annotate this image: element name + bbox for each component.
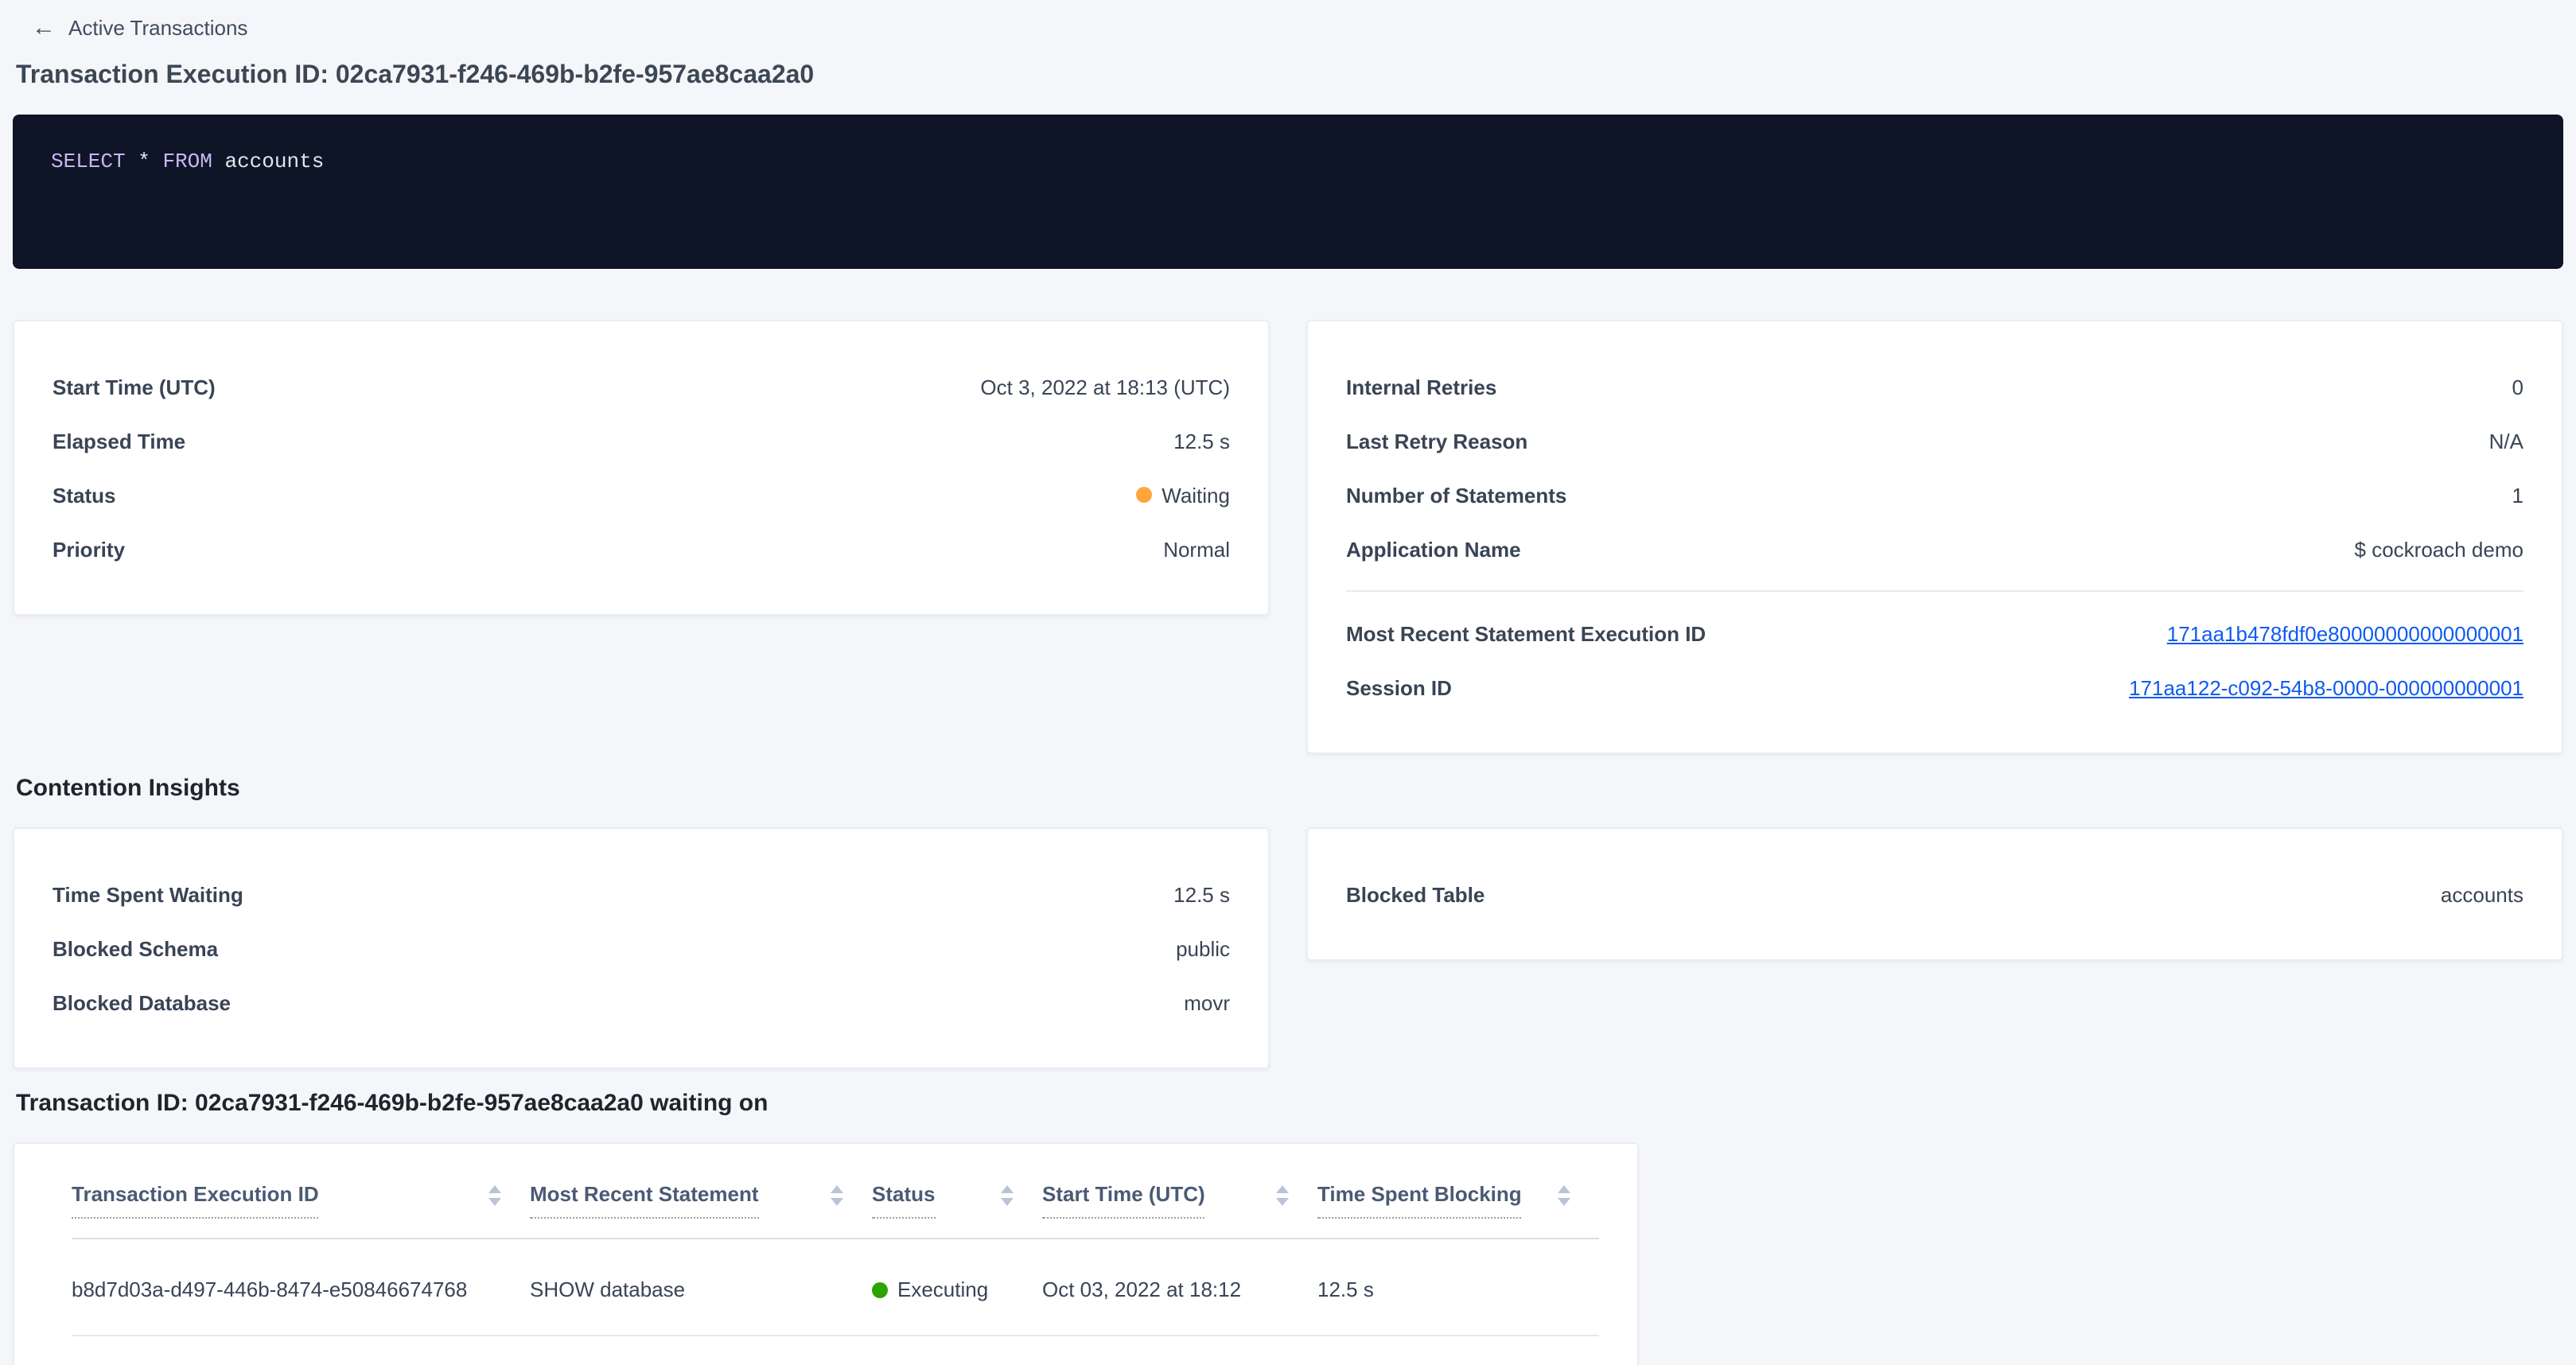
details-row-number-of-statements: Number of Statements 1 (1346, 468, 2523, 522)
back-link-active-transactions[interactable]: ← Active Transactions (32, 16, 247, 40)
cell-status: Executing (872, 1239, 1042, 1335)
row-label: Elapsed Time (53, 429, 185, 453)
sql-star: * (126, 150, 163, 173)
card-divider (1346, 590, 2523, 592)
session-id-link[interactable]: 171aa122-c092-54b8-0000-000000000001 (2129, 675, 2523, 699)
back-link-label: Active Transactions (68, 16, 247, 40)
cell-transaction-execution-id: b8d7d03a-d497-446b-8474-e50846674768 (72, 1239, 530, 1335)
details-row-internal-retries: Internal Retries 0 (1346, 360, 2523, 414)
transaction-details-page: ← Active Transactions Transaction Execut… (0, 0, 2576, 1365)
contention-row-blocked-table: Blocked Table accounts (1346, 867, 2523, 921)
details-row-statement-execution-id: Most Recent Statement Execution ID 171aa… (1346, 606, 2523, 660)
contention-blocked-table-card: Blocked Table accounts (1306, 827, 2563, 961)
sort-icon[interactable] (1001, 1185, 1014, 1206)
details-row-last-retry-reason: Last Retry Reason N/A (1346, 414, 2523, 468)
table-header-row: Transaction Execution ID Most Recent Sta… (72, 1144, 1599, 1239)
cell-start-time: Oct 03, 2022 at 18:12 (1042, 1239, 1317, 1335)
transaction-details-card: Internal Retries 0 Last Retry Reason N/A… (1306, 320, 2563, 754)
row-value: public (1176, 936, 1230, 960)
statement-execution-id-link[interactable]: 171aa1b478fdf0e80000000000000001 (2167, 621, 2523, 645)
row-label: Most Recent Statement Execution ID (1346, 621, 1706, 645)
back-arrow-icon: ← (32, 16, 56, 40)
row-label: Blocked Table (1346, 882, 1485, 906)
column-header-label: Most Recent Statement (530, 1182, 759, 1219)
back-row: ← Active Transactions (0, 0, 2576, 40)
transaction-summary-card: Start Time (UTC) Oct 3, 2022 at 18:13 (U… (13, 320, 1270, 616)
sql-table-name: accounts (212, 150, 324, 173)
contention-row-blocked-database: Blocked Database movr (53, 975, 1230, 1029)
contention-row-time-spent-waiting: Time Spent Waiting 12.5 s (53, 867, 1230, 921)
contention-waiting-card: Time Spent Waiting 12.5 s Blocked Schema… (13, 827, 1270, 1069)
row-label: Priority (53, 537, 125, 561)
row-value: 12.5 s (1173, 429, 1230, 453)
column-header-label: Transaction Execution ID (72, 1182, 319, 1219)
contention-insights-heading: Contention Insights (16, 775, 2576, 802)
row-label: Last Retry Reason (1346, 429, 1527, 453)
row-value: 0 (2512, 375, 2523, 399)
row-value: movr (1184, 990, 1230, 1014)
waiting-on-heading: Transaction ID: 02ca7931-f246-469b-b2fe-… (16, 1090, 2576, 1117)
sort-icon[interactable] (1558, 1185, 1570, 1206)
waiting-status-dot-icon (1136, 487, 1152, 503)
row-value: $ cockroach demo (2355, 537, 2523, 561)
row-label: Start Time (UTC) (53, 375, 216, 399)
column-header-time-spent-blocking[interactable]: Time Spent Blocking (1317, 1144, 1599, 1239)
summary-row-start-time: Start Time (UTC) Oct 3, 2022 at 18:13 (U… (53, 360, 1230, 414)
sql-statement-text: SELECT * FROM accounts (51, 150, 2525, 173)
row-label: Time Spent Waiting (53, 882, 243, 906)
waiting-on-table: Transaction Execution ID Most Recent Sta… (72, 1144, 1599, 1336)
column-header-label: Start Time (UTC) (1042, 1182, 1205, 1219)
contention-cards-row: Time Spent Waiting 12.5 s Blocked Schema… (13, 827, 2563, 1069)
page-title: Transaction Execution ID: 02ca7931-f246-… (16, 62, 2576, 91)
sort-icon[interactable] (1276, 1185, 1289, 1206)
summary-row-status: Status Waiting (53, 468, 1230, 522)
summary-row-priority: Priority Normal (53, 522, 1230, 576)
row-label: Number of Statements (1346, 483, 1566, 507)
details-row-session-id: Session ID 171aa122-c092-54b8-0000-00000… (1346, 660, 2523, 714)
row-value: Normal (1163, 537, 1230, 561)
row-label: Blocked Database (53, 990, 231, 1014)
column-header-label: Time Spent Blocking (1317, 1182, 1522, 1219)
details-row-application-name: Application Name $ cockroach demo (1346, 522, 2523, 576)
status-text: Waiting (1162, 483, 1230, 507)
sql-keyword-from: FROM (162, 150, 212, 173)
cell-most-recent-statement: SHOW database (530, 1239, 872, 1335)
row-label: Session ID (1346, 675, 1452, 699)
row-value: Oct 3, 2022 at 18:13 (UTC) (980, 375, 1230, 399)
sort-icon[interactable] (831, 1185, 843, 1206)
row-label: Status (53, 483, 115, 507)
column-header-transaction-execution-id[interactable]: Transaction Execution ID (72, 1144, 530, 1239)
summary-row-elapsed-time: Elapsed Time 12.5 s (53, 414, 1230, 468)
sort-icon[interactable] (488, 1185, 501, 1206)
column-header-label: Status (872, 1182, 935, 1219)
sql-statement-box: SELECT * FROM accounts (13, 115, 2563, 269)
sql-keyword-select: SELECT (51, 150, 126, 173)
column-header-start-time[interactable]: Start Time (UTC) (1042, 1144, 1317, 1239)
waiting-on-table-card: Transaction Execution ID Most Recent Sta… (13, 1142, 1639, 1365)
status-badge: Waiting (1136, 483, 1230, 507)
row-label: Application Name (1346, 537, 1521, 561)
row-value: 12.5 s (1173, 882, 1230, 906)
executing-status-dot-icon (872, 1281, 888, 1297)
status-badge: Executing (872, 1278, 988, 1301)
status-text: Executing (897, 1278, 988, 1301)
column-header-most-recent-statement[interactable]: Most Recent Statement (530, 1144, 872, 1239)
row-label: Internal Retries (1346, 375, 1496, 399)
column-header-status[interactable]: Status (872, 1144, 1042, 1239)
table-row: b8d7d03a-d497-446b-8474-e50846674768 SHO… (72, 1239, 1599, 1335)
row-value: N/A (2489, 429, 2523, 453)
row-value: 1 (2512, 483, 2523, 507)
row-label: Blocked Schema (53, 936, 218, 960)
contention-row-blocked-schema: Blocked Schema public (53, 921, 1230, 975)
row-value: accounts (2441, 882, 2523, 906)
cell-time-spent-blocking: 12.5 s (1317, 1239, 1599, 1335)
summary-cards-row: Start Time (UTC) Oct 3, 2022 at 18:13 (U… (13, 320, 2563, 754)
